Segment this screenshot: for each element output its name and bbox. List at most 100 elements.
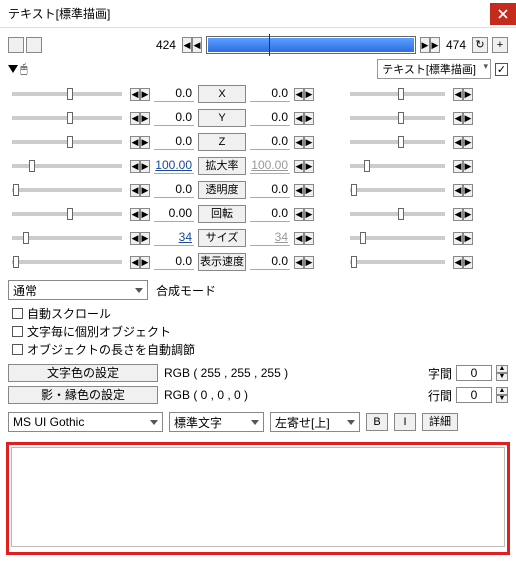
param-value-left[interactable]: 100.00 — [154, 158, 194, 174]
param-inc-left[interactable]: ▶ — [140, 208, 150, 221]
param-label-button[interactable]: Z — [198, 133, 246, 151]
param-inc-right2[interactable]: ▶ — [463, 160, 473, 173]
param-value-right[interactable]: 0.0 — [250, 206, 290, 222]
param-dec-right[interactable]: ◀ — [294, 112, 304, 125]
param-value-right[interactable]: 0.0 — [250, 86, 290, 102]
param-dec-right2[interactable]: ◀ — [453, 256, 463, 269]
param-inc-right[interactable]: ▶ — [304, 136, 314, 149]
param-slider-left[interactable] — [12, 188, 122, 192]
param-inc-right[interactable]: ▶ — [304, 232, 314, 245]
param-inc-right2[interactable]: ▶ — [463, 232, 473, 245]
blend-mode-dropdown[interactable]: 通常 — [8, 280, 148, 300]
font-family-dropdown[interactable]: MS UI Gothic — [8, 412, 163, 432]
param-label-button[interactable]: サイズ — [198, 229, 246, 247]
param-slider-right[interactable] — [350, 164, 445, 168]
redo-button[interactable]: ↻ — [472, 37, 488, 53]
param-inc-left[interactable]: ▶ — [140, 112, 150, 125]
param-inc-right[interactable]: ▶ — [304, 256, 314, 269]
font-style-dropdown[interactable]: 標準文字 — [169, 412, 264, 432]
align-dropdown[interactable]: 左寄せ[上] — [270, 412, 360, 432]
param-dec-right[interactable]: ◀ — [294, 256, 304, 269]
seek-next[interactable]: ▶ — [420, 37, 430, 53]
param-label-button[interactable]: 透明度 — [198, 181, 246, 199]
param-inc-right[interactable]: ▶ — [304, 160, 314, 173]
param-dec-left[interactable]: ◀ — [130, 112, 140, 125]
param-inc-right[interactable]: ▶ — [304, 88, 314, 101]
param-slider-right[interactable] — [350, 140, 445, 144]
param-inc-right2[interactable]: ▶ — [463, 208, 473, 221]
line-spacing-input[interactable] — [456, 387, 492, 403]
param-label-button[interactable]: 表示速度 — [198, 253, 246, 271]
param-dec-right2[interactable]: ◀ — [453, 88, 463, 101]
param-slider-left[interactable] — [12, 164, 122, 168]
option-checkbox[interactable] — [12, 344, 23, 355]
seekbar[interactable] — [206, 36, 416, 54]
param-dec-right[interactable]: ◀ — [294, 232, 304, 245]
param-slider-right[interactable] — [350, 92, 445, 96]
param-value-left[interactable]: 0.0 — [154, 86, 194, 102]
param-inc-right[interactable]: ▶ — [304, 184, 314, 197]
param-value-left[interactable]: 34 — [154, 230, 194, 246]
param-inc-right2[interactable]: ▶ — [463, 112, 473, 125]
param-inc-right[interactable]: ▶ — [304, 112, 314, 125]
param-value-left[interactable]: 0.0 — [154, 134, 194, 150]
param-value-left[interactable]: 0.0 — [154, 182, 194, 198]
param-value-left[interactable]: 0.0 — [154, 110, 194, 126]
param-slider-left[interactable] — [12, 92, 122, 96]
param-value-right[interactable]: 34 — [250, 230, 290, 246]
param-inc-right[interactable]: ▶ — [304, 208, 314, 221]
shadow-color-button[interactable]: 影・縁色の設定 — [8, 386, 158, 404]
bold-button[interactable]: B — [366, 413, 388, 431]
param-dec-right2[interactable]: ◀ — [453, 184, 463, 197]
mouse-icon[interactable]: 🖰 — [20, 61, 28, 77]
param-inc-left[interactable]: ▶ — [140, 136, 150, 149]
option-checkbox[interactable] — [12, 326, 23, 337]
char-spacing-up[interactable]: ▲ — [496, 365, 508, 373]
param-dec-left[interactable]: ◀ — [130, 88, 140, 101]
param-inc-right2[interactable]: ▶ — [463, 136, 473, 149]
param-inc-left[interactable]: ▶ — [140, 88, 150, 101]
param-slider-right[interactable] — [350, 212, 445, 216]
param-dec-right[interactable]: ◀ — [294, 208, 304, 221]
param-dec-left[interactable]: ◀ — [130, 160, 140, 173]
param-value-right[interactable]: 0.0 — [250, 134, 290, 150]
collapse-icon[interactable] — [8, 65, 18, 73]
param-value-right[interactable]: 0.0 — [250, 182, 290, 198]
close-button[interactable] — [490, 3, 516, 25]
param-slider-right[interactable] — [350, 188, 445, 192]
param-slider-right[interactable] — [350, 260, 445, 264]
param-dec-left[interactable]: ◀ — [130, 256, 140, 269]
param-dec-left[interactable]: ◀ — [130, 136, 140, 149]
param-dec-right2[interactable]: ◀ — [453, 160, 463, 173]
line-spacing-up[interactable]: ▲ — [496, 387, 508, 395]
param-slider-left[interactable] — [12, 260, 122, 264]
cam-button-1[interactable] — [8, 37, 24, 53]
param-dec-right2[interactable]: ◀ — [453, 232, 463, 245]
param-value-right[interactable]: 100.00 — [250, 158, 290, 174]
seek-prev2[interactable]: ◀ — [192, 37, 202, 53]
seekbar-cursor[interactable] — [269, 34, 270, 56]
param-inc-left[interactable]: ▶ — [140, 184, 150, 197]
param-inc-right2[interactable]: ▶ — [463, 88, 473, 101]
param-inc-right2[interactable]: ▶ — [463, 256, 473, 269]
param-dec-right2[interactable]: ◀ — [453, 112, 463, 125]
add-button[interactable]: + — [492, 37, 508, 53]
param-inc-left[interactable]: ▶ — [140, 160, 150, 173]
param-label-button[interactable]: 回転 — [198, 205, 246, 223]
option-checkbox[interactable] — [12, 308, 23, 319]
param-dec-right2[interactable]: ◀ — [453, 136, 463, 149]
param-slider-right[interactable] — [350, 236, 445, 240]
param-dec-left[interactable]: ◀ — [130, 232, 140, 245]
param-dec-right2[interactable]: ◀ — [453, 208, 463, 221]
filter-tag[interactable]: テキスト[標準描画] — [377, 59, 491, 79]
param-dec-right[interactable]: ◀ — [294, 88, 304, 101]
param-slider-left[interactable] — [12, 212, 122, 216]
param-inc-left[interactable]: ▶ — [140, 232, 150, 245]
param-inc-left[interactable]: ▶ — [140, 256, 150, 269]
param-dec-right[interactable]: ◀ — [294, 184, 304, 197]
param-label-button[interactable]: Y — [198, 109, 246, 127]
line-spacing-down[interactable]: ▼ — [496, 395, 508, 403]
param-slider-left[interactable] — [12, 140, 122, 144]
param-slider-left[interactable] — [12, 236, 122, 240]
param-value-right[interactable]: 0.0 — [250, 110, 290, 126]
